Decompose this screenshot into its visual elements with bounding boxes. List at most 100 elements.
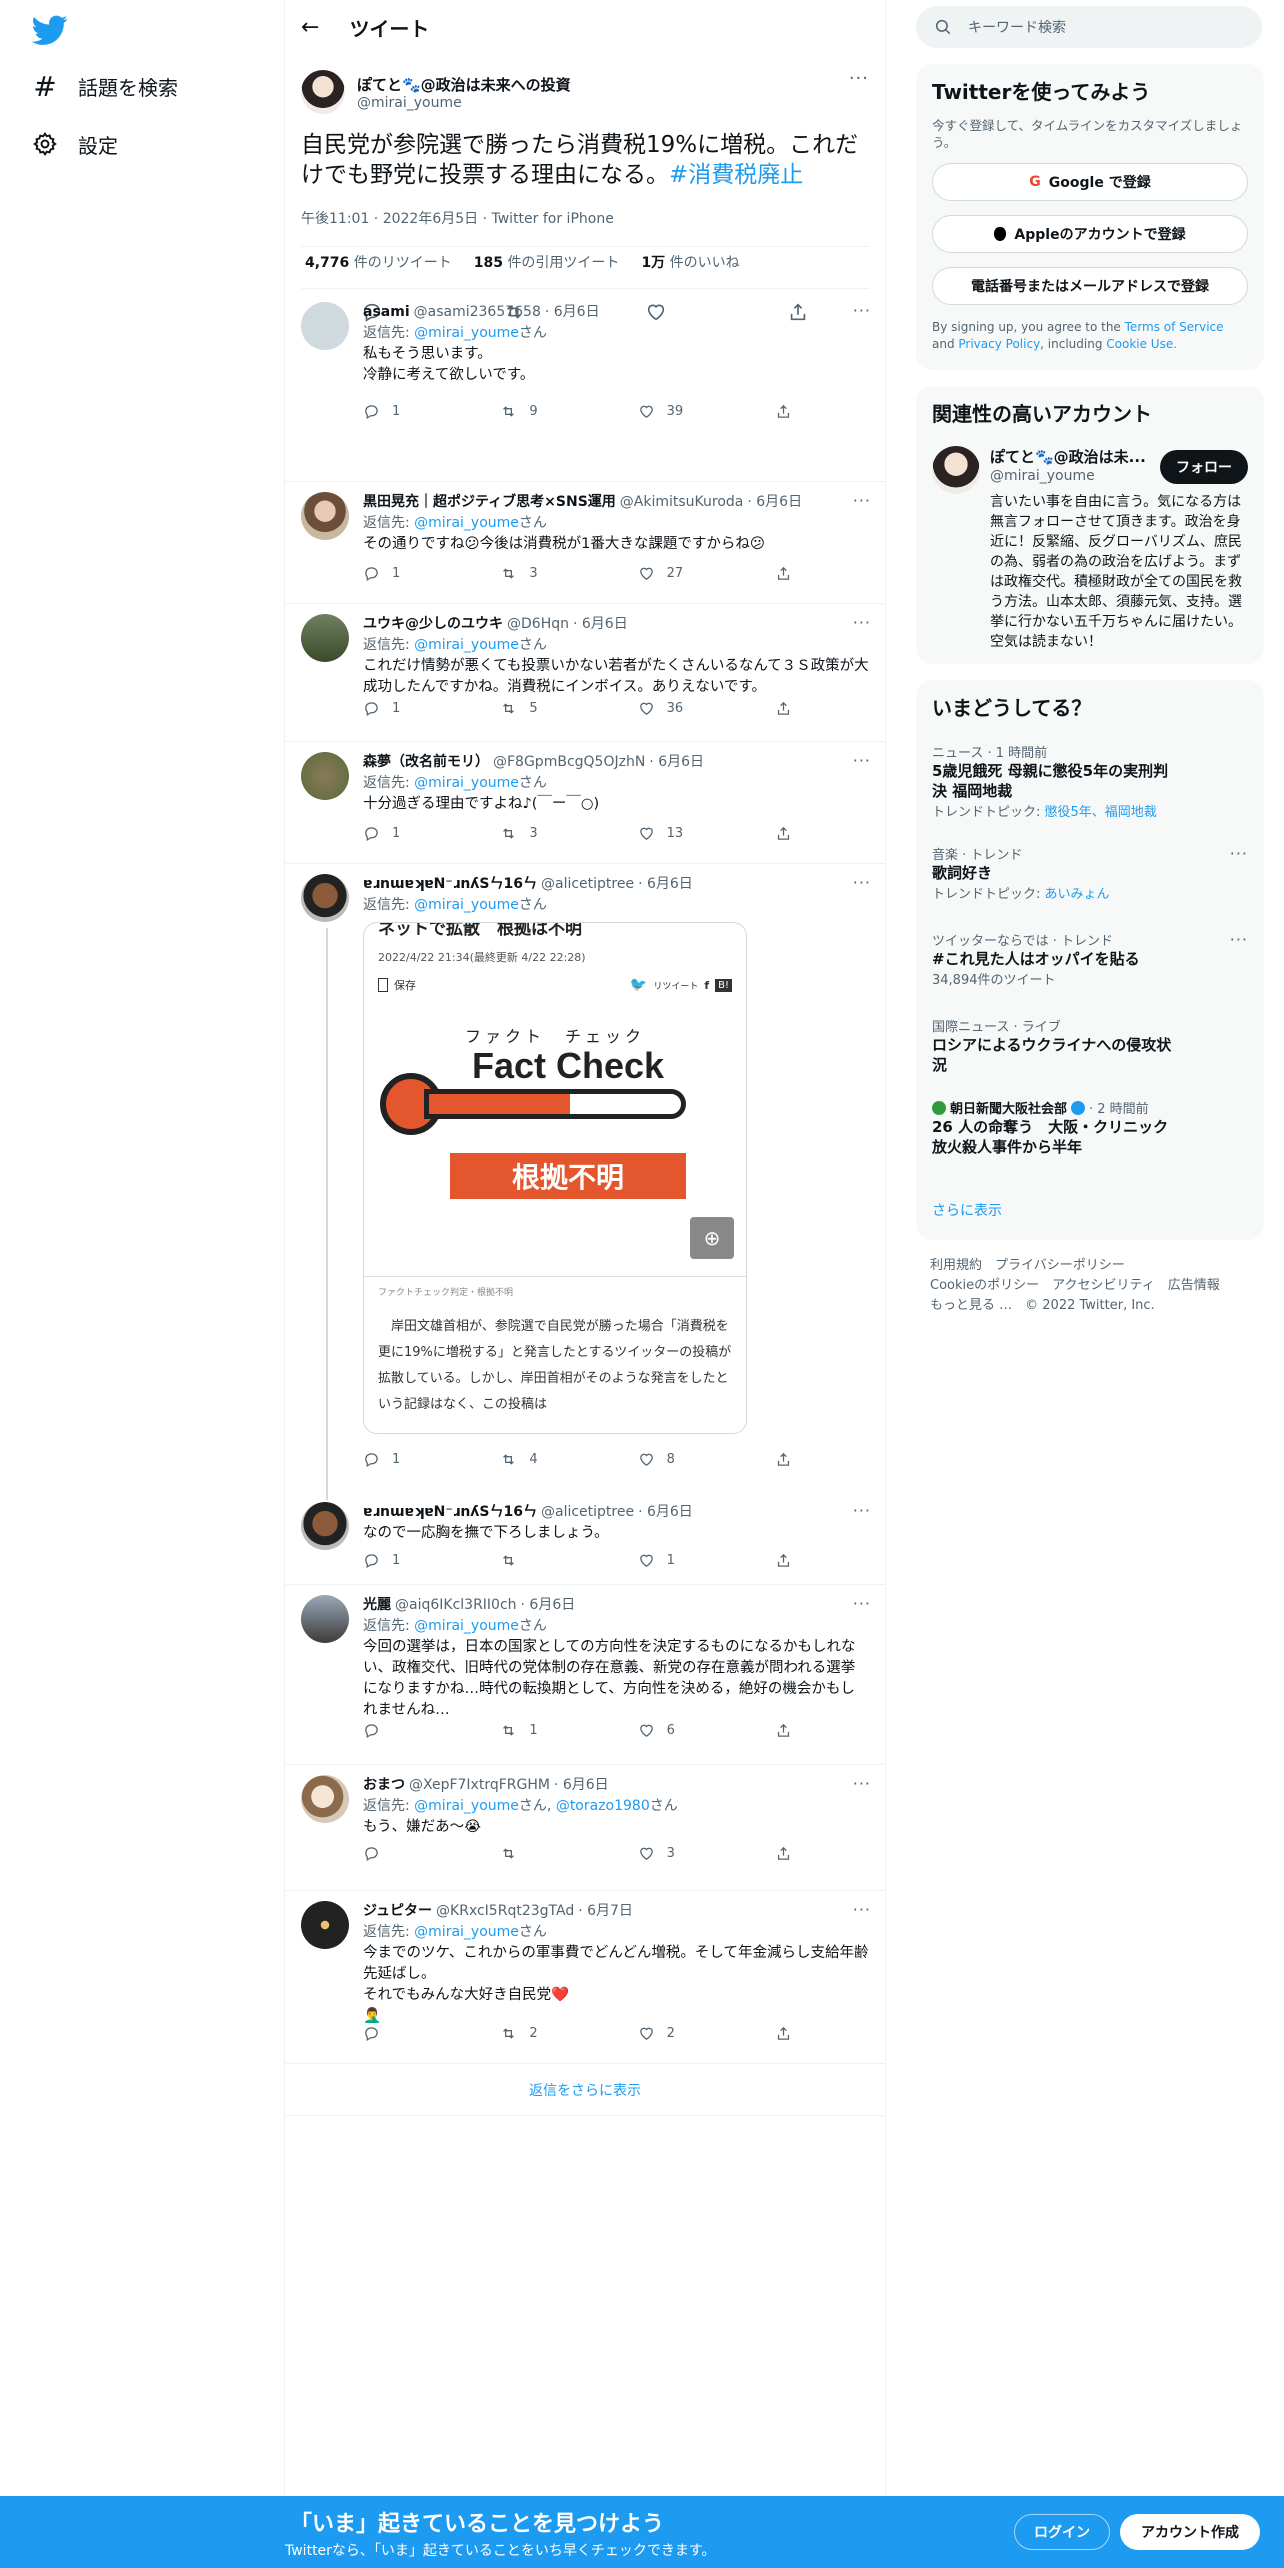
reply-date[interactable]: · 6月6日 (638, 1502, 693, 1523)
share-button[interactable] (775, 825, 795, 842)
reply-date[interactable]: · 6月6日 (545, 302, 600, 323)
reply-author-handle[interactable]: @aiq6IKcl3RII0ch (395, 1595, 517, 1616)
reply-date[interactable]: · 6月6日 (649, 752, 704, 773)
like-count[interactable]: 1万 件のいいね (641, 252, 739, 272)
retweet-button[interactable]: 3 (500, 565, 560, 582)
avatar[interactable] (301, 1595, 349, 1643)
reply-author-name[interactable]: asami (363, 302, 410, 323)
trend-item[interactable]: 朝日新聞大阪社会部 · 2 時間前 26 人の命奪う 大阪・クリニック放火殺人事件か… (916, 1098, 1264, 1157)
reply-date[interactable]: · 6月6日 (747, 492, 802, 513)
reply-author-handle[interactable]: @asami23657658 (414, 302, 541, 323)
reply-date[interactable]: · 6月6日 (554, 1775, 609, 1796)
retweet-button[interactable]: 5 (500, 700, 560, 717)
share-button[interactable] (775, 565, 795, 582)
back-arrow-icon[interactable]: ← (301, 15, 319, 40)
like-button[interactable]: 1 (638, 1552, 698, 1569)
follow-button[interactable]: フォロー (1160, 450, 1248, 484)
retweet-button[interactable]: 3 (500, 825, 560, 842)
google-signup-button[interactable]: G Google で登録 (932, 163, 1248, 201)
apple-signup-button[interactable]: Appleのアカウントで登録 (932, 215, 1248, 253)
like-button[interactable]: 39 (638, 403, 698, 420)
reply-author-name[interactable]: ɐɹnɯɐʞɐN⁻ɹnʎSㄣ16ㄣ (363, 874, 537, 895)
more-icon[interactable]: ··· (1230, 844, 1248, 863)
more-icon[interactable]: ··· (853, 1899, 871, 1920)
more-icon[interactable]: ··· (853, 872, 871, 893)
reply-author-name[interactable]: ɐɹnɯɐʞɐN⁻ɹnʎSㄣ16ㄣ (363, 1502, 537, 1523)
search-input[interactable]: キーワード検索 (968, 17, 1066, 37)
reply-author-name[interactable]: ジュピター (363, 1901, 432, 1922)
retweet-count[interactable]: 4,776 件のリツイート (305, 252, 452, 272)
mention-link[interactable]: @mirai_youme (414, 325, 519, 341)
mention-link[interactable]: @mirai_youme (414, 1798, 519, 1814)
reply-author-handle[interactable]: @F8GpmBcgQ5OJzhN (493, 752, 645, 773)
more-icon[interactable]: ··· (849, 68, 869, 89)
privacy-link[interactable]: Privacy Policy (958, 337, 1040, 351)
share-button[interactable] (775, 1552, 795, 1569)
mention-link[interactable]: @mirai_youme (414, 1618, 519, 1634)
reply-date[interactable]: · 6月7日 (578, 1901, 633, 1922)
reply-tweet[interactable]: 黒田晃充｜超ポジティブ思考×SNS運用 @AkimitsuKuroda · 6月6日… (285, 482, 885, 604)
mention-link[interactable]: @mirai_youme (414, 897, 519, 913)
retweet-button[interactable]: 9 (500, 403, 560, 420)
share-button[interactable] (775, 2025, 795, 2042)
login-button[interactable]: ログイン (1014, 2514, 1110, 2550)
trend-sub-text[interactable]: あいみょん (1045, 887, 1110, 902)
article-card[interactable]: ネットで拡散 根拠は不明 2022/4/22 21:34(最終更新 4/22 2… (363, 922, 747, 1434)
more-icon[interactable]: ··· (853, 1593, 871, 1614)
reply-date[interactable]: · 6月6日 (638, 874, 693, 895)
author-name[interactable]: ぽてと🐾@政治は未来への投資 (357, 74, 571, 95)
reply-author-handle[interactable]: @D6Hqn (507, 614, 569, 635)
hashtag-link[interactable]: #消費税廃止 (669, 162, 803, 188)
share-button[interactable] (775, 1451, 795, 1468)
like-button[interactable]: 2 (638, 2025, 698, 2042)
retweet-button[interactable]: 4 (500, 1451, 560, 1468)
more-icon[interactable]: ··· (853, 1500, 871, 1521)
related-name[interactable]: ぽてと🐾@政治は未... (990, 446, 1150, 467)
reply-author-name[interactable]: おまつ (363, 1775, 405, 1796)
reply-button[interactable]: 1 (363, 700, 423, 717)
terms-link[interactable]: Terms of Service (1125, 320, 1224, 334)
avatar[interactable] (301, 614, 349, 662)
avatar[interactable] (301, 70, 345, 114)
mention-link[interactable]: @torazo1980 (556, 1798, 650, 1814)
trend-item[interactable]: 音楽 · トレンド 歌詞好き トレンドトピック: あいみょん ··· (916, 844, 1264, 902)
avatar[interactable] (301, 1901, 349, 1949)
footer-cookie[interactable]: Cookieのポリシー (930, 1278, 1039, 1293)
trends-show-more[interactable]: さらに表示 (932, 1200, 1002, 1220)
trend-item[interactable]: 国際ニュース · ライブ ロシアによるウクライナへの侵攻状況 (916, 1016, 1264, 1075)
footer-terms[interactable]: 利用規約 (930, 1258, 982, 1273)
more-icon[interactable]: ··· (853, 490, 871, 511)
avatar[interactable] (301, 752, 349, 800)
reply-author-handle[interactable]: @AkimitsuKuroda (620, 492, 744, 513)
cookie-link[interactable]: Cookie Use. (1106, 337, 1177, 351)
reply-button[interactable] (363, 1722, 423, 1739)
show-more-replies[interactable]: 返信をさらに表示 (285, 2064, 885, 2116)
mention-link[interactable]: @mirai_youme (414, 1924, 519, 1940)
like-button[interactable]: 8 (638, 1451, 698, 1468)
trend-item[interactable]: ニュース · 1 時間前 5歳児餓死 母親に懲役5年の実刑判決 福岡地裁 トレンドト… (916, 742, 1264, 820)
footer-privacy[interactable]: プライバシーポリシー (995, 1258, 1125, 1273)
like-button[interactable]: 13 (638, 825, 698, 842)
related-avatar[interactable] (932, 446, 980, 494)
avatar[interactable] (301, 1502, 349, 1550)
nav-settings[interactable]: 設定 (32, 124, 118, 164)
like-button[interactable]: 36 (638, 700, 698, 717)
zoom-icon[interactable]: ⊕ (690, 1217, 734, 1259)
reply-date[interactable]: · 6月6日 (573, 614, 628, 635)
mention-link[interactable]: @mirai_youme (414, 637, 519, 653)
avatar[interactable] (301, 874, 349, 922)
retweet-button[interactable] (500, 1845, 560, 1862)
like-button[interactable]: 6 (638, 1722, 698, 1739)
retweet-button[interactable]: 2 (500, 2025, 560, 2042)
more-icon[interactable]: ··· (853, 1773, 871, 1794)
reply-author-handle[interactable]: @alicetiptree (541, 874, 634, 895)
reply-button[interactable]: 1 (363, 825, 423, 842)
reply-button[interactable]: 1 (363, 565, 423, 582)
related-handle[interactable]: @mirai_youme (990, 468, 1095, 484)
mention-link[interactable]: @mirai_youme (414, 515, 519, 531)
share-button[interactable] (775, 1845, 795, 1862)
avatar[interactable] (301, 302, 349, 350)
share-button[interactable] (775, 1722, 795, 1739)
reply-tweet[interactable]: 森夢（改名前モリ） @F8GpmBcgQ5OJzhN · 6月6日 ··· 返信先:… (285, 742, 885, 864)
more-icon[interactable]: ··· (853, 300, 871, 321)
